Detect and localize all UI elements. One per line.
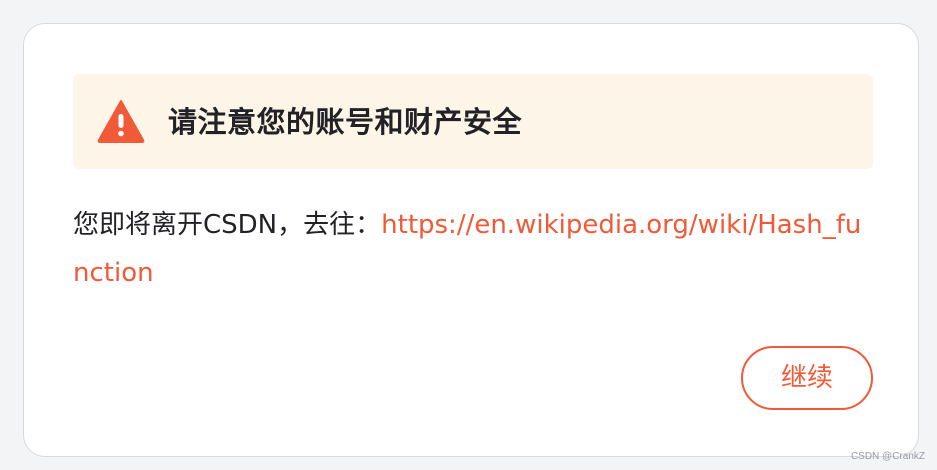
redirect-message: 您即将离开CSDN，去往：https://en.wikipedia.org/wi… — [73, 201, 875, 297]
warning-banner: 请注意您的账号和财产安全 — [73, 74, 873, 169]
warning-triangle-icon — [97, 99, 145, 143]
warning-title: 请注意您的账号和财产安全 — [168, 105, 523, 139]
continue-button[interactable]: 继续 — [741, 346, 873, 410]
leave-site-dialog: 请注意您的账号和财产安全 您即将离开CSDN，去往：https://en.wik… — [23, 23, 919, 457]
redirect-prefix: 您即将离开CSDN，去往： — [73, 210, 382, 240]
watermark: CSDN @CrankZ — [850, 451, 925, 462]
